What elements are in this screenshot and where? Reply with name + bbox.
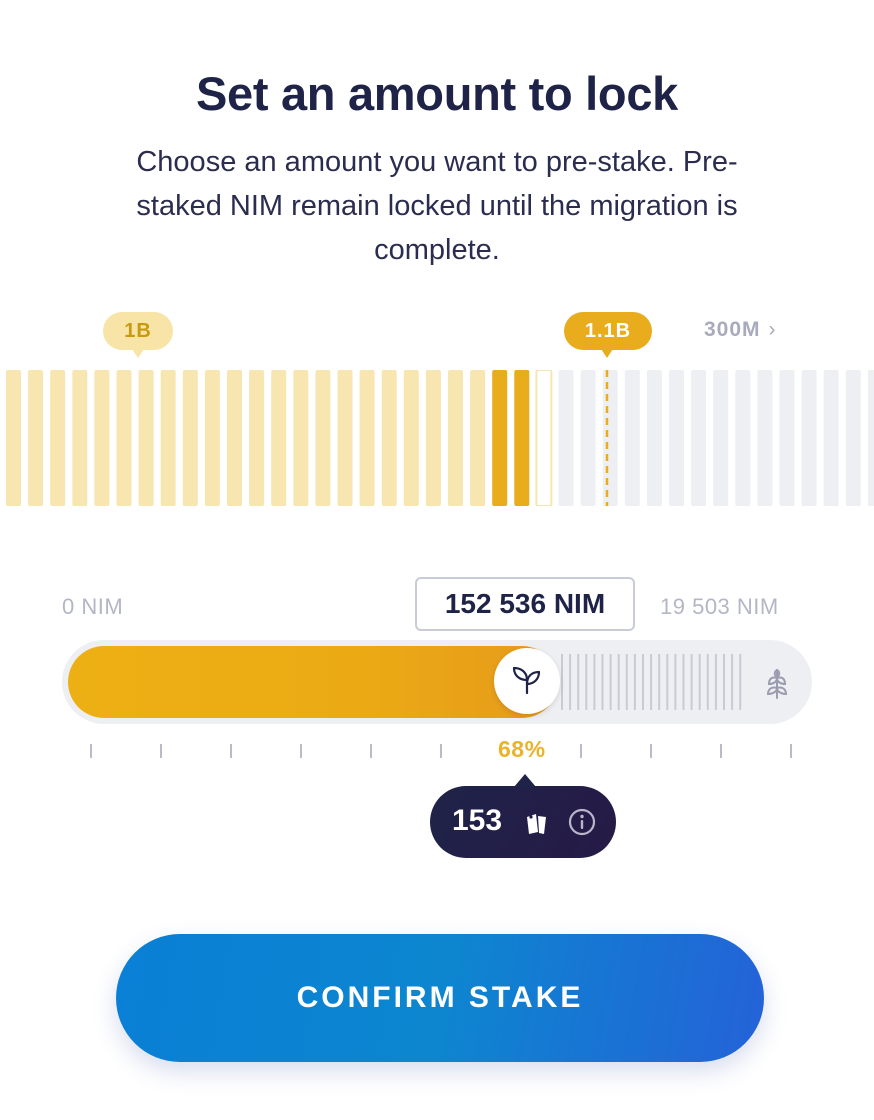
page-title: Set an amount to lock [195,67,679,120]
graph-bar [204,370,220,506]
next-range-link[interactable]: 300M › [704,318,777,342]
graph-bar [669,370,684,506]
graph-bar [182,370,198,506]
graph-bar [845,370,861,506]
confirm-stake-button[interactable]: CONFIRM STAKE [116,934,764,1062]
marker-bubble-left: 1B [103,312,173,358]
slider-hatch [561,654,742,710]
graph-bar [72,370,88,506]
graph-bar [535,370,553,506]
graph-bar [492,370,508,506]
slider-fill [68,646,558,718]
bar-graph-svg [6,370,874,506]
graph-bar [691,370,707,506]
page-subtitle: Choose an amount you want to pre-stake. … [136,146,738,266]
graph-bar [28,370,44,506]
marker-bubble-right: 1.1B [564,312,652,358]
graph-bar [271,370,287,506]
graph-bar [823,370,839,506]
graph-bar [249,370,265,506]
graph-bar [227,370,242,506]
slider-ticks [90,744,792,758]
graph-bar [6,370,21,506]
reward-tooltip: 153 [430,774,616,858]
next-range-label: 300M [704,318,761,341]
graph-bar [403,370,419,506]
graph-bar [425,370,441,506]
amount-input[interactable]: 152 536 NIM [415,577,635,631]
graph-bar [138,370,154,506]
graph-bar [624,370,640,506]
range-min-label: 0 NIM [62,594,124,619]
graph-bar [116,370,132,506]
graph-bar [50,370,66,506]
graph-bar [602,370,618,506]
graph-bar [779,370,795,506]
graph-bar [867,370,874,506]
staking-bar-graph [0,370,874,506]
graph-bar [381,370,397,506]
graph-bar [757,370,773,506]
range-max-label: 19 503 NIM [660,594,779,619]
graph-bar [514,370,530,506]
info-icon[interactable] [567,807,597,837]
graph-bar [315,370,331,506]
graph-bar [94,370,110,506]
graph-bar [470,370,486,506]
slider-handle[interactable] [494,648,560,714]
graph-bar [646,370,662,506]
graph-bar [359,370,375,506]
graph-bar [735,370,751,506]
graph-bar [337,370,353,506]
graph-bar [448,370,463,506]
chevron-right-icon: › [768,318,777,341]
plant-icon [758,664,796,702]
graph-bar [580,370,596,506]
ticket-icon [522,808,552,838]
graph-bar [558,370,574,506]
reward-tickets-value: 153 [452,804,503,837]
sprout-icon [512,666,541,695]
graph-bar [713,370,729,506]
percent-label: 68% [498,736,546,762]
graph-bar [801,370,817,506]
graph-bar [160,370,176,506]
graph-bar [293,370,309,506]
